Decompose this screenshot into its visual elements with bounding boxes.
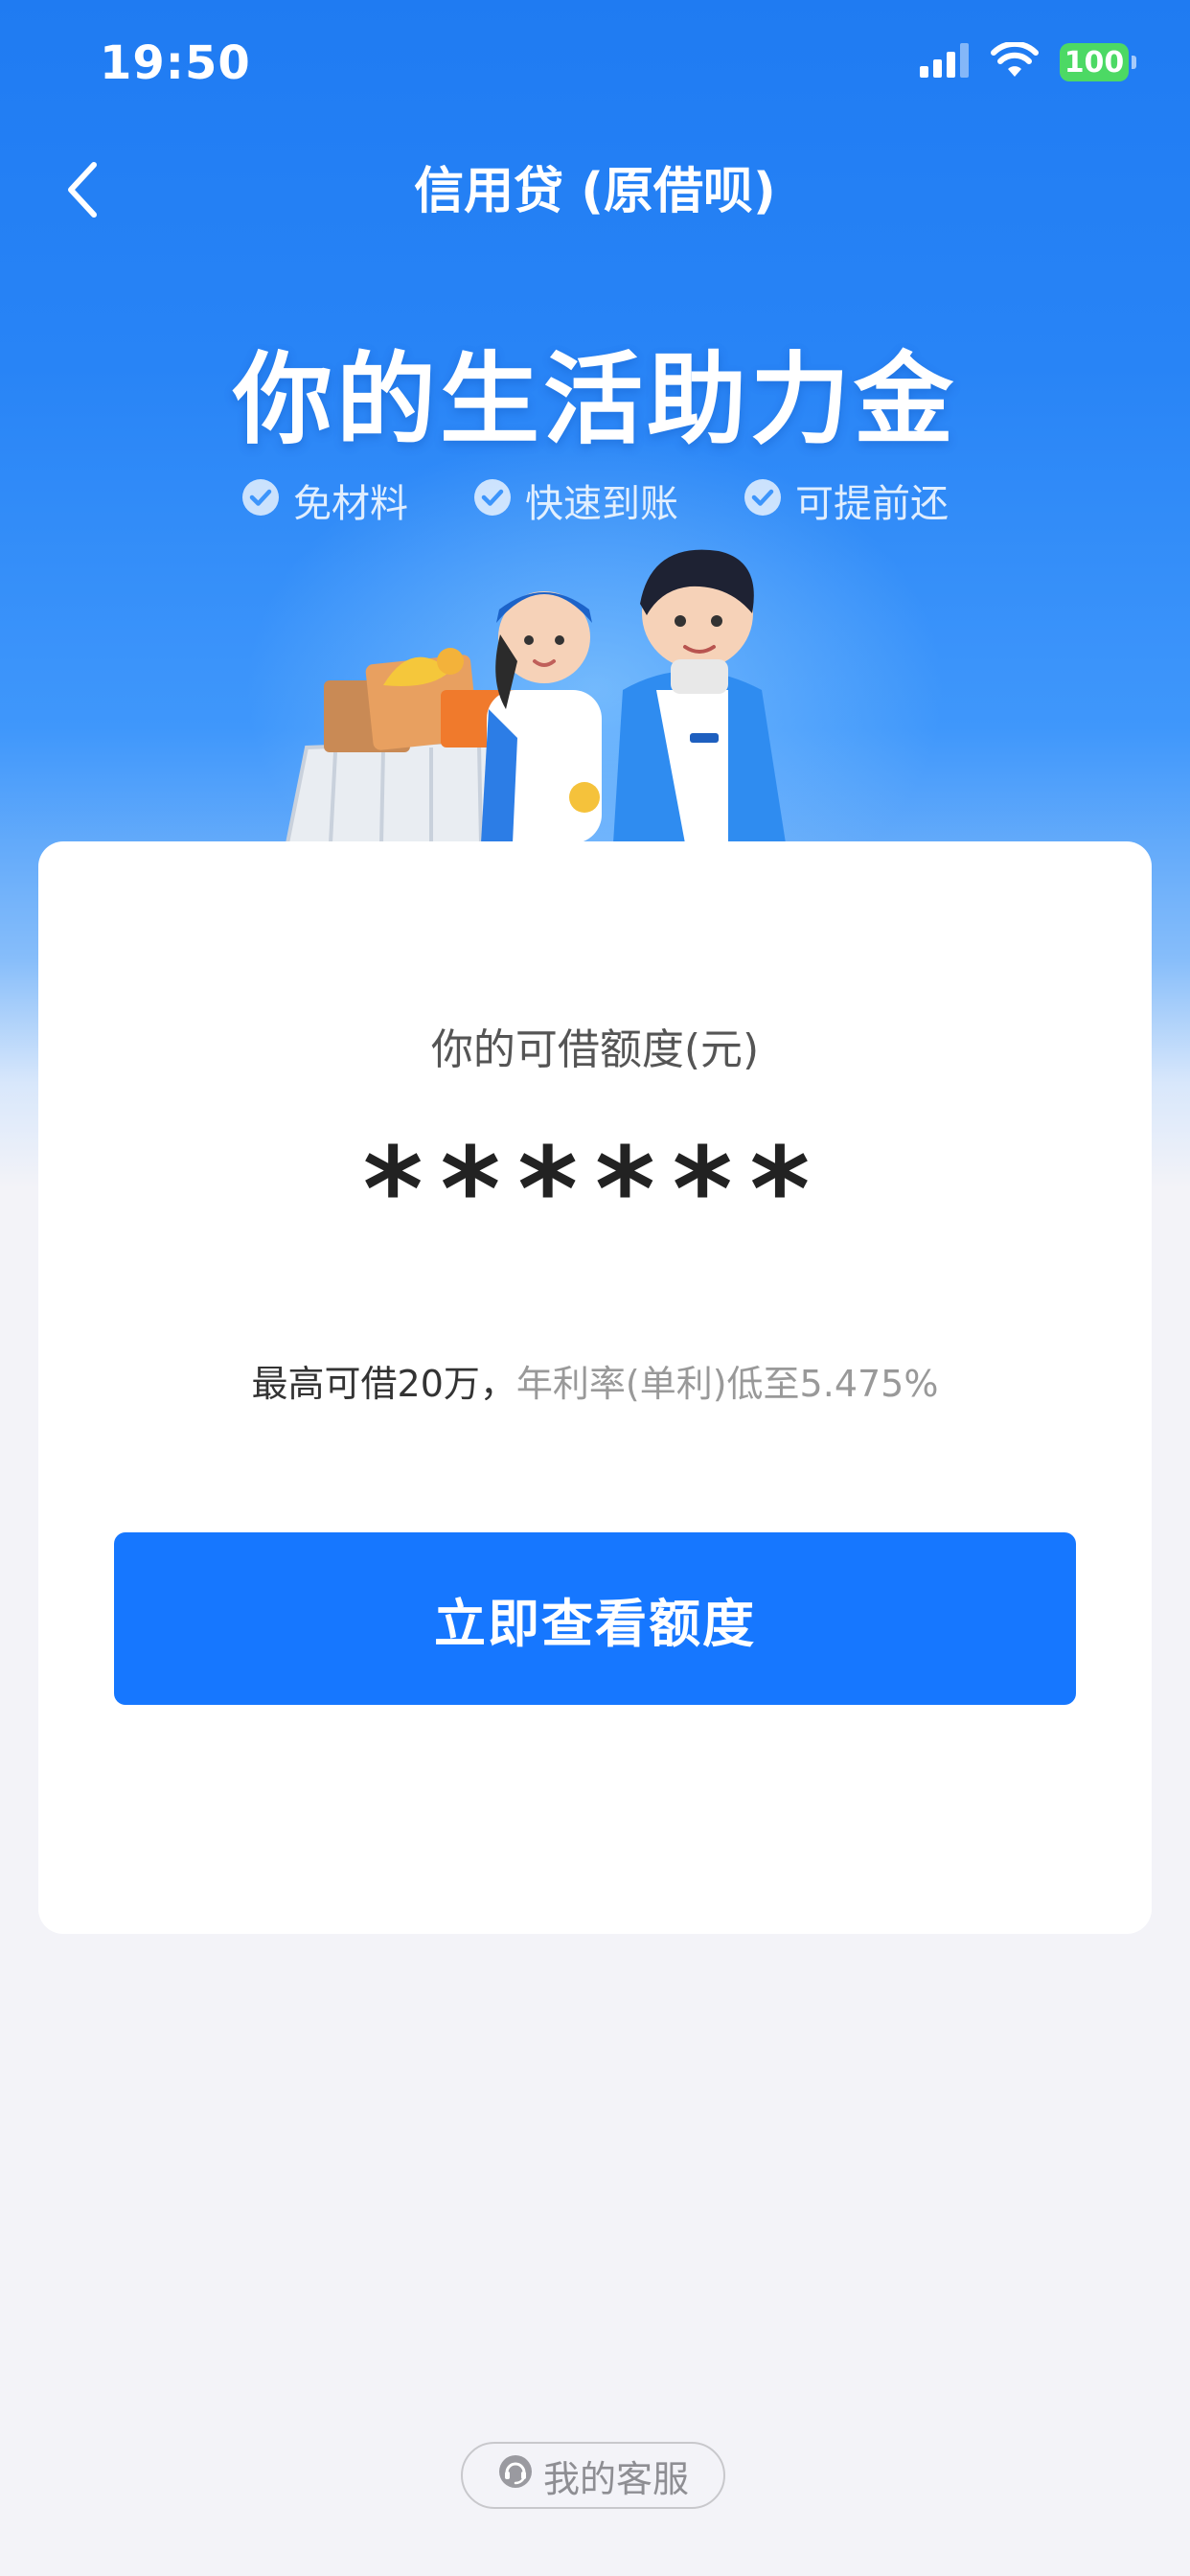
headset-icon	[497, 2453, 534, 2498]
customer-service-button[interactable]: 我的客服	[461, 2442, 725, 2509]
quota-card: 你的可借额度(元) ****** 最高可借20万，年利率(单利)低至5.475%…	[38, 841, 1152, 1934]
battery-icon: 100	[1060, 43, 1136, 81]
shopping-couple-illustration	[278, 546, 872, 845]
feature-item: 可提前还	[744, 475, 949, 533]
feature-label: 可提前还	[795, 482, 949, 526]
feature-label: 免材料	[293, 482, 408, 526]
status-icons: 100	[920, 40, 1136, 82]
feature-item: 免材料	[241, 475, 408, 533]
page-title: 信用贷 (原借呗)	[414, 163, 776, 220]
battery-level: 100	[1064, 45, 1125, 80]
interest-rate-text: 年利率(单利)低至5.475%	[515, 1363, 939, 1405]
chevron-left-icon	[63, 159, 102, 224]
hero-title: 你的生活助力金	[232, 341, 957, 458]
check-circle-icon	[473, 475, 512, 533]
status-time: 19:50	[100, 36, 251, 90]
limit-info: 最高可借20万，年利率(单利)低至5.475%	[38, 1355, 1152, 1413]
max-limit-text: 最高可借20万，	[251, 1363, 516, 1405]
customer-service-label: 我的客服	[542, 2457, 689, 2500]
feature-label: 快速到账	[525, 482, 678, 526]
check-circle-icon	[241, 475, 280, 533]
quota-masked-amount: ******	[362, 1124, 828, 1257]
back-button[interactable]	[54, 153, 111, 230]
quota-label: 你的可借额度(元)	[430, 1025, 760, 1074]
feature-item: 快速到账	[473, 475, 678, 533]
feature-list: 免材料 快速到账 可提前还	[0, 475, 1190, 533]
wifi-icon	[991, 40, 1039, 82]
check-circle-icon	[744, 475, 782, 533]
signal-icon	[920, 43, 970, 81]
view-quota-button[interactable]: 立即查看额度	[114, 1532, 1076, 1705]
